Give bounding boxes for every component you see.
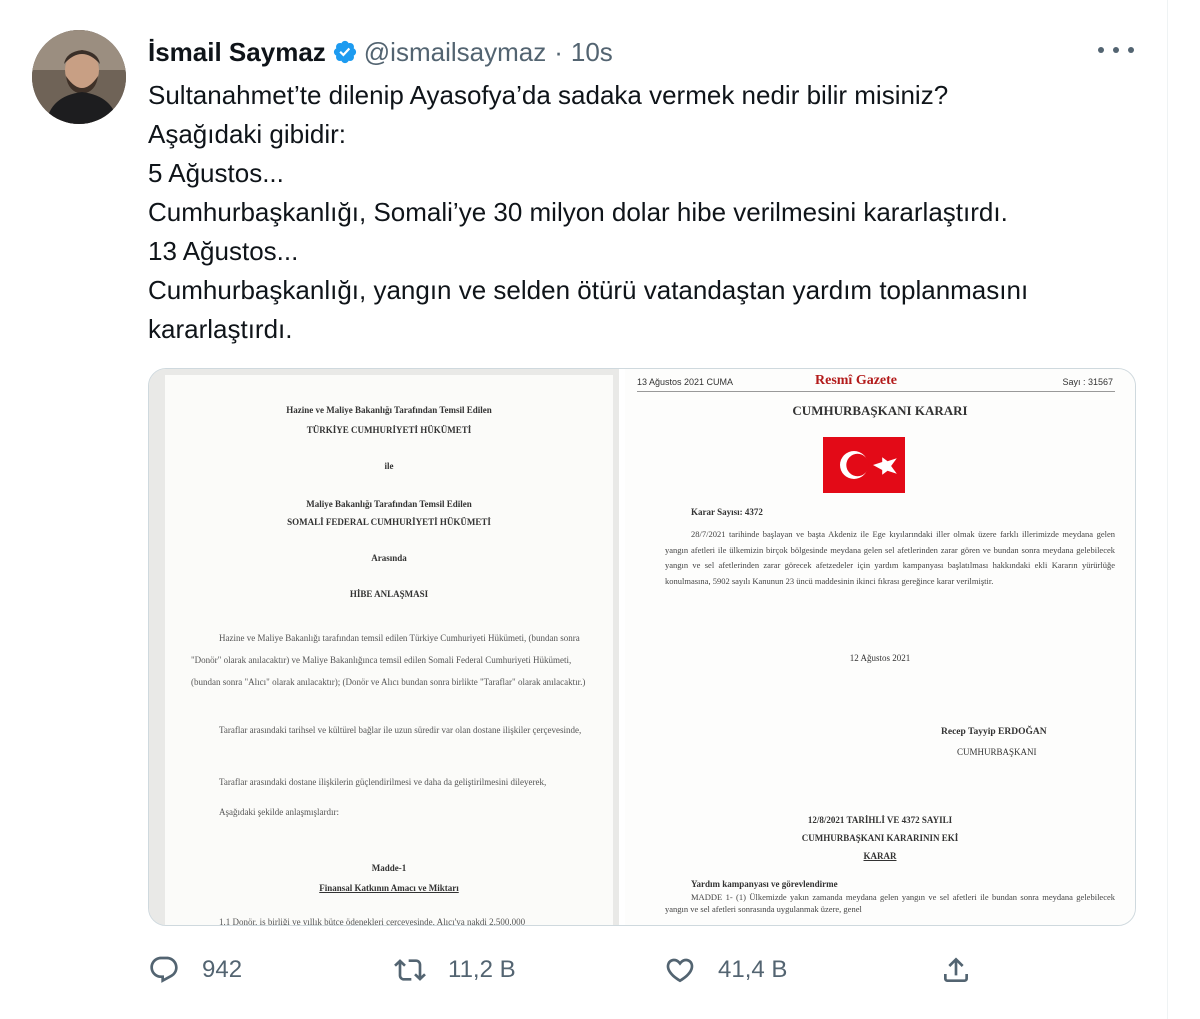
verified-icon	[332, 39, 358, 65]
turkish-flag	[823, 437, 905, 493]
tweet-actions: 942 11,2 B 41,4 B	[148, 948, 988, 992]
handle[interactable]: @ismailsaymaz	[364, 37, 546, 68]
display-name[interactable]: İsmail Saymaz	[148, 37, 326, 68]
gazette-title: Resmî Gazete	[815, 373, 898, 388]
decree-body: 28/7/2021 tarihinde başlayan ve başta Ak…	[665, 529, 1115, 586]
reply-icon	[150, 956, 178, 983]
more-icon[interactable]	[1098, 38, 1134, 62]
gazette-issue: Sayı : 31567	[1062, 377, 1113, 387]
gazette-date: 13 Ağustos 2021 CUMA	[637, 377, 734, 387]
tweet-header: İsmail Saymaz @ismailsaymaz · 10s	[148, 34, 613, 70]
section-heading: Yardım kampanyası ve görevlendirme	[691, 879, 838, 889]
tweet-text-line: 5 Ağustos...	[148, 158, 284, 188]
retweet-button[interactable]: 11,2 B	[394, 948, 516, 992]
annex-line: 12/8/2021 TARİHLİ VE 4372 SAYILI	[807, 815, 953, 825]
doc-line: SOMALİ FEDERAL CUMHURİYETİ HÜKÜMETİ	[287, 517, 491, 527]
article-text: MADDE 1- (1) Ülkemizde yakın zamanda mey…	[665, 892, 1115, 914]
separator-dot: ·	[554, 36, 563, 67]
avatar-photo	[32, 30, 126, 124]
doc-paragraph: 1.1 Donör, iş birliği ve yıllık bütçe öd…	[219, 917, 526, 926]
signer-name: Recep Tayyip ERDOĞAN	[941, 727, 1047, 737]
tweet[interactable]: İsmail Saymaz @ismailsaymaz · 10s Sultan…	[0, 0, 1168, 1019]
like-icon	[666, 958, 694, 983]
like-button[interactable]: 41,4 B	[664, 948, 787, 992]
signature-date: 12 Ağustos 2021	[849, 653, 911, 663]
doc-paragraph: Hazine ve Maliye Bakanlığı tarafından te…	[191, 633, 586, 687]
doc-line: ile	[384, 461, 394, 471]
media-image-grant-agreement[interactable]: Hazine ve Maliye Bakanlığı Tarafından Te…	[149, 369, 625, 925]
retweet-icon	[394, 959, 426, 981]
doc-heading: HİBE ANLAŞMASI	[349, 589, 429, 599]
annex-line: KARAR	[863, 851, 897, 861]
like-count: 41,4 B	[718, 956, 788, 983]
doc-line: Arasında	[371, 553, 407, 563]
media-attachment[interactable]: Hazine ve Maliye Bakanlığı Tarafından Te…	[148, 368, 1136, 926]
reply-count: 942	[202, 956, 243, 983]
tweet-text-line: Cumhurbaşkanlığı, yangın ve selden ötürü…	[148, 275, 1029, 305]
tweet-text-line: Aşağıdaki gibidir:	[148, 119, 346, 149]
reply-button[interactable]: 942	[148, 948, 242, 992]
avatar[interactable]	[32, 30, 126, 124]
doc-article-title: Finansal Katkının Amacı ve Miktarı	[319, 883, 459, 893]
doc-line: Hazine ve Maliye Bakanlığı Tarafından Te…	[286, 405, 492, 415]
doc-article-number: Madde-1	[371, 863, 407, 873]
decision-number: Karar Sayısı: 4372	[691, 507, 763, 517]
tweet-text-line: kararlaştırdı.	[148, 314, 293, 344]
tweet-text-line: 13 Ağustos...	[148, 236, 299, 266]
share-icon	[944, 957, 968, 982]
share-button[interactable]	[940, 948, 994, 992]
doc-paragraph: Aşağıdaki şekilde anlaşmışlardır:	[219, 807, 339, 817]
media-image-official-gazette[interactable]: 13 Ağustos 2021 CUMA Resmî Gazete Sayı :…	[625, 369, 1135, 925]
tweet-text-line: Cumhurbaşkanlığı, Somali’ye 30 milyon do…	[148, 197, 1008, 227]
signer-title: CUMHURBAŞKANI	[957, 747, 1037, 757]
tweet-text-line: Sultanahmet’te dilenip Ayasofya’da sadak…	[148, 80, 949, 110]
tweet-text: Sultanahmet’te dilenip Ayasofya’da sadak…	[148, 76, 1148, 349]
retweet-count: 11,2 B	[448, 956, 516, 983]
annex-line: CUMHURBAŞKANI KARARININ EKİ	[801, 833, 959, 843]
doc-line: Maliye Bakanlığı Tarafından Temsil Edile…	[306, 499, 472, 509]
doc-paragraph: Taraflar arasındaki dostane ilişkilerin …	[219, 777, 547, 787]
doc-line: TÜRKİYE CUMHURİYETİ HÜKÜMETİ	[306, 425, 472, 435]
timestamp[interactable]: 10s	[571, 37, 613, 68]
doc-paragraph: Taraflar arasındaki tarihsel ve kültürel…	[219, 725, 582, 735]
grant-agreement-document: Hazine ve Maliye Bakanlığı Tarafından Te…	[165, 375, 613, 925]
divider	[637, 391, 1115, 392]
decree-title: CUMHURBAŞKANI KARARI	[792, 403, 968, 418]
